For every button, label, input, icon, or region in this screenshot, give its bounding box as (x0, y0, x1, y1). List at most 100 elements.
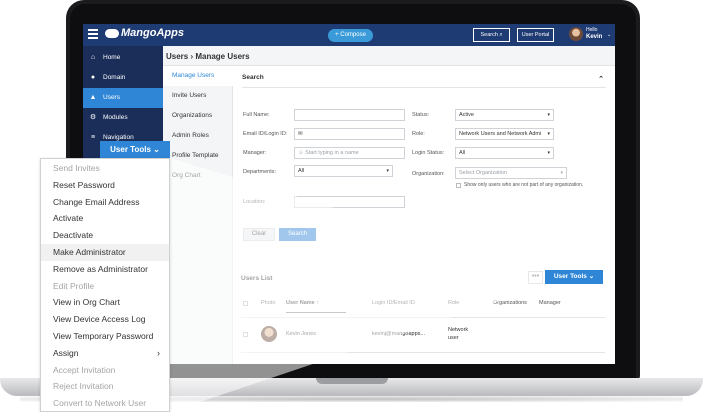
top-bar: MangoApps + Compose Search ⌕ User Portal… (83, 24, 615, 46)
sidebar-item-domain[interactable]: ● Domain (83, 68, 163, 88)
manager-placeholder: Start typing in a name (305, 150, 359, 156)
sidebar-item-modules[interactable]: ⚙ Modules (83, 108, 163, 128)
login-status-value: All (459, 150, 466, 156)
departments-label: Departments: (243, 169, 277, 175)
menu-item-assign[interactable]: Assign › (41, 345, 169, 362)
subnav-item-invite-users[interactable]: Invite Users (163, 86, 233, 106)
menu-item-label: Assign (53, 347, 79, 358)
no-organization-checkbox[interactable] (456, 183, 461, 188)
hello-text: Hello (586, 27, 598, 33)
more-options-button[interactable]: ••• (528, 271, 543, 284)
column-header-role: Role (448, 300, 460, 306)
row-checkbox[interactable] (243, 332, 248, 337)
row-email: kevinj@mangoapps... (372, 331, 425, 337)
search-button-label: Search (480, 32, 498, 38)
hamburger-menu-icon[interactable] (88, 29, 98, 39)
compose-button[interactable]: + Compose (328, 29, 373, 42)
envelope-icon: ✉ (298, 131, 303, 137)
table-divider (241, 352, 605, 353)
user-tools-menu: Send Invites Reset Password Change Email… (40, 158, 170, 412)
subnav-item-organizations[interactable]: Organizations (163, 106, 233, 126)
role-value: Network Users and Network Admi (459, 131, 542, 137)
avatar[interactable] (569, 27, 583, 41)
menu-item-view-temporary-password[interactable]: View Temporary Password (41, 328, 169, 345)
caret-down-icon: ▾ (547, 112, 550, 118)
globe-icon: ● (90, 74, 96, 81)
menu-item-send-invites[interactable]: Send Invites (41, 160, 169, 177)
status-select[interactable]: Active ▾ (455, 109, 554, 121)
subnav-item-profile-template[interactable]: Profile Template (163, 146, 233, 166)
menu-item-deactivate[interactable]: Deactivate (41, 227, 169, 244)
organization-select[interactable]: Select Organization ▾ (455, 167, 567, 179)
list-icon: ≡ (90, 134, 96, 141)
manager-input[interactable]: ☺ Start typing in a name (294, 147, 405, 159)
user-icon: ▲ (89, 94, 97, 101)
status-label: Status: (412, 112, 430, 118)
menu-item-remove-administrator[interactable]: Remove as Administrator (41, 261, 169, 278)
sort-underline (286, 312, 346, 313)
role-label: Role: (412, 131, 425, 137)
avatar (261, 326, 277, 342)
caret-down-icon: ▾ (547, 129, 550, 139)
organization-placeholder: Select Organization (459, 170, 507, 176)
user-icon: ☺ (298, 150, 304, 156)
sidebar-item-label: Domain (103, 74, 126, 81)
menu-item-edit-profile[interactable]: Edit Profile (41, 278, 169, 295)
caret-down-icon: ▾ (547, 150, 550, 156)
sidebar-item-label: Navigation (103, 134, 134, 141)
chevron-up-icon[interactable]: ⌃ (598, 74, 604, 86)
column-header-photo: Photo (261, 300, 276, 306)
menu-item-make-administrator[interactable]: Make Administrator (41, 244, 169, 261)
select-all-checkbox[interactable] (243, 301, 248, 306)
search-section-header[interactable]: Search ⌃ (242, 72, 606, 88)
menu-item-accept-invitation[interactable]: Accept Invitation (41, 362, 169, 379)
menu-item-activate[interactable]: Activate (41, 210, 169, 227)
search-icon: ⌕ (499, 32, 503, 38)
column-header-organizations: Organizations (493, 300, 527, 306)
modules-icon: ⚙ (89, 114, 97, 121)
login-status-label: Login Status: (412, 150, 445, 156)
menu-item-view-device-access-log[interactable]: View Device Access Log (41, 311, 169, 328)
login-status-select[interactable]: All ▾ (455, 147, 554, 159)
subnav-item-admin-roles[interactable]: Admin Roles (163, 126, 233, 146)
subnav-item-org-chart[interactable]: Org Chart (163, 166, 233, 186)
menu-item-reset-password[interactable]: Reset Password (41, 177, 169, 194)
home-icon: ⌂ (90, 54, 96, 61)
status-value: Active (459, 112, 474, 118)
user-portal-button[interactable]: User Portal (517, 28, 554, 42)
row-user-name[interactable]: Kevin Jones (286, 331, 316, 337)
users-list-title: Users List (241, 275, 273, 282)
chevron-down-icon[interactable]: ⌄ (607, 32, 611, 38)
row-role: Network user (448, 327, 469, 341)
search-button[interactable]: Search (279, 228, 316, 241)
full-name-label: Full Name: (243, 112, 270, 118)
column-header-user-name[interactable]: User Name ↑ (286, 300, 319, 306)
sidebar-item-users[interactable]: ▲ Users (83, 88, 167, 108)
subnav-item-manage-users[interactable]: Manage Users (163, 66, 233, 86)
menu-item-reject-invitation[interactable]: Reject Invitation (41, 378, 169, 395)
role-select[interactable]: Network Users and Network Admi ▾ (455, 128, 554, 140)
subnav: Manage Users Invite Users Organizations … (163, 66, 233, 364)
full-name-input[interactable] (294, 109, 405, 121)
user-tools-button[interactable]: User Tools ⌄ (545, 270, 603, 284)
user-tools-dropdown-button[interactable]: User Tools ⌄ (100, 141, 170, 158)
column-header-manager: Manager (539, 300, 561, 306)
user-greeting[interactable]: Hello Kevin (586, 27, 602, 41)
menu-item-change-email[interactable]: Change Email Address (41, 194, 169, 211)
menu-item-convert-to-network-user[interactable]: Convert to Network User (41, 395, 169, 412)
departments-select[interactable]: All ▾ (294, 165, 393, 177)
app-logo[interactable]: MangoApps (105, 27, 184, 39)
sidebar-item-home[interactable]: ⌂ Home (83, 48, 163, 68)
menu-item-view-org-chart[interactable]: View in Org Chart (41, 294, 169, 311)
sidebar-item-label: Users (103, 94, 120, 101)
email-field[interactable]: ✉ (294, 128, 405, 140)
main-panel (233, 66, 615, 364)
location-input[interactable] (294, 196, 405, 208)
global-search-button[interactable]: Search ⌕ (473, 28, 510, 42)
logo-text: MangoApps (121, 27, 184, 39)
sidebar-item-label: Modules (103, 114, 128, 121)
manager-label: Manager: (243, 150, 267, 156)
no-organization-checkbox-label: Show only users who are not part of any … (464, 182, 584, 188)
clear-button[interactable]: Clear (243, 228, 275, 241)
departments-value: All (298, 168, 305, 174)
